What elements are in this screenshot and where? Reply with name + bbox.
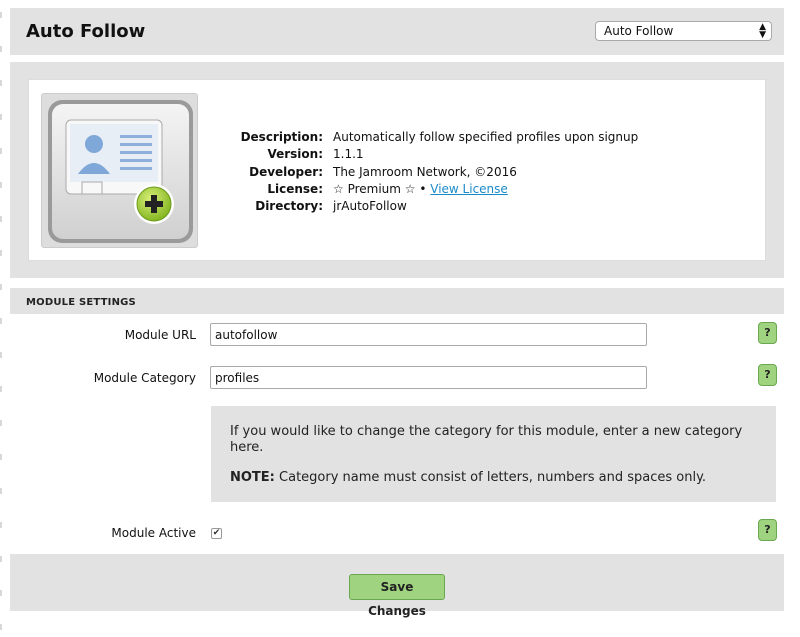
note-text: Category name must consist of letters, n… (274, 470, 707, 485)
license-type: ☆ Premium ☆ • (333, 181, 427, 196)
meta-key: Directory: (255, 199, 323, 214)
gutter-mark (0, 318, 2, 324)
gutter-mark (0, 488, 2, 494)
meta-row-version: Version: 1.1.1 (229, 147, 638, 164)
gutter-mark (0, 80, 2, 86)
meta-value: jrAutoFollow (333, 199, 407, 214)
page-left-gutter (0, 0, 10, 637)
page-title: Auto Follow (26, 21, 146, 42)
select-arrows-icon: ▲ ▼ (759, 22, 766, 40)
module-active-help-button[interactable]: ? (758, 519, 777, 541)
module-settings-heading: MODULE SETTINGS (10, 288, 784, 314)
category-help-notice: If you would like to change the category… (211, 406, 776, 502)
meta-row-developer: Developer: The Jamroom Network, ©2016 (229, 165, 638, 182)
form-footer: Save Changes (10, 554, 784, 618)
module-info-card: Description: Automatically follow specif… (28, 79, 766, 261)
meta-key: Version: (267, 147, 323, 162)
module-active-checkbox[interactable]: ✔ (211, 528, 222, 539)
meta-key: License: (267, 181, 323, 196)
module-config-page: Auto Follow Auto Follow ▲ ▼ Description:… (10, 0, 784, 637)
meta-row-license: License: ☆ Premium ☆ • View License (229, 182, 638, 199)
module-category-label: Module Category (93, 371, 196, 385)
gutter-mark (0, 12, 2, 18)
category-help-text: If you would like to change the category… (230, 424, 743, 455)
meta-value: The Jamroom Network, ©2016 (333, 164, 517, 179)
meta-value: Automatically follow specified profiles … (333, 130, 639, 144)
meta-row-directory: Directory: jrAutoFollow (229, 199, 638, 216)
gutter-mark (0, 420, 2, 426)
contact-card-add-icon (48, 100, 193, 243)
gutter-mark (0, 216, 2, 222)
module-meta: Description: Automatically follow specif… (229, 130, 639, 216)
gutter-mark (0, 352, 2, 358)
page-header: Auto Follow Auto Follow ▲ ▼ (10, 8, 784, 55)
gutter-mark (0, 590, 2, 596)
gutter-mark (0, 284, 2, 290)
page-right-gutter (784, 0, 800, 637)
meta-key: Developer: (249, 164, 323, 179)
meta-key: Description: (240, 130, 323, 144)
view-license-link[interactable]: View License (430, 182, 508, 196)
module-url-label: Module URL (124, 328, 196, 342)
module-jump-select-value: Auto Follow (604, 24, 674, 38)
gutter-mark (0, 386, 2, 392)
gutter-mark (0, 148, 2, 154)
category-note: NOTE: Category name must consist of lett… (230, 470, 758, 486)
meta-row-description: Description: Automatically follow specif… (229, 130, 639, 147)
module-info-panel: Description: Automatically follow specif… (10, 62, 784, 278)
module-url-help-button[interactable]: ? (758, 322, 777, 344)
note-label: NOTE: (230, 470, 275, 485)
meta-value: 1.1.1 (333, 147, 364, 162)
gutter-mark (0, 522, 2, 528)
checkmark-icon: ✔ (212, 528, 221, 538)
auto-follow-module-icon (41, 93, 198, 248)
module-category-input[interactable]: profiles (210, 366, 647, 389)
meta-value: ☆ Premium ☆ • View License (333, 182, 508, 199)
gutter-mark (0, 182, 2, 188)
gutter-mark (0, 454, 2, 460)
module-url-input[interactable]: autofollow (210, 323, 647, 346)
module-category-help-button[interactable]: ? (758, 364, 777, 386)
gutter-mark (0, 556, 2, 562)
gutter-mark (0, 624, 2, 630)
module-jump-select[interactable]: Auto Follow ▲ ▼ (595, 21, 772, 41)
gutter-mark (0, 114, 2, 120)
gutter-mark (0, 46, 2, 52)
module-active-label: Module Active (111, 526, 196, 540)
gutter-mark (0, 250, 2, 256)
save-changes-button[interactable]: Save Changes (349, 574, 445, 618)
